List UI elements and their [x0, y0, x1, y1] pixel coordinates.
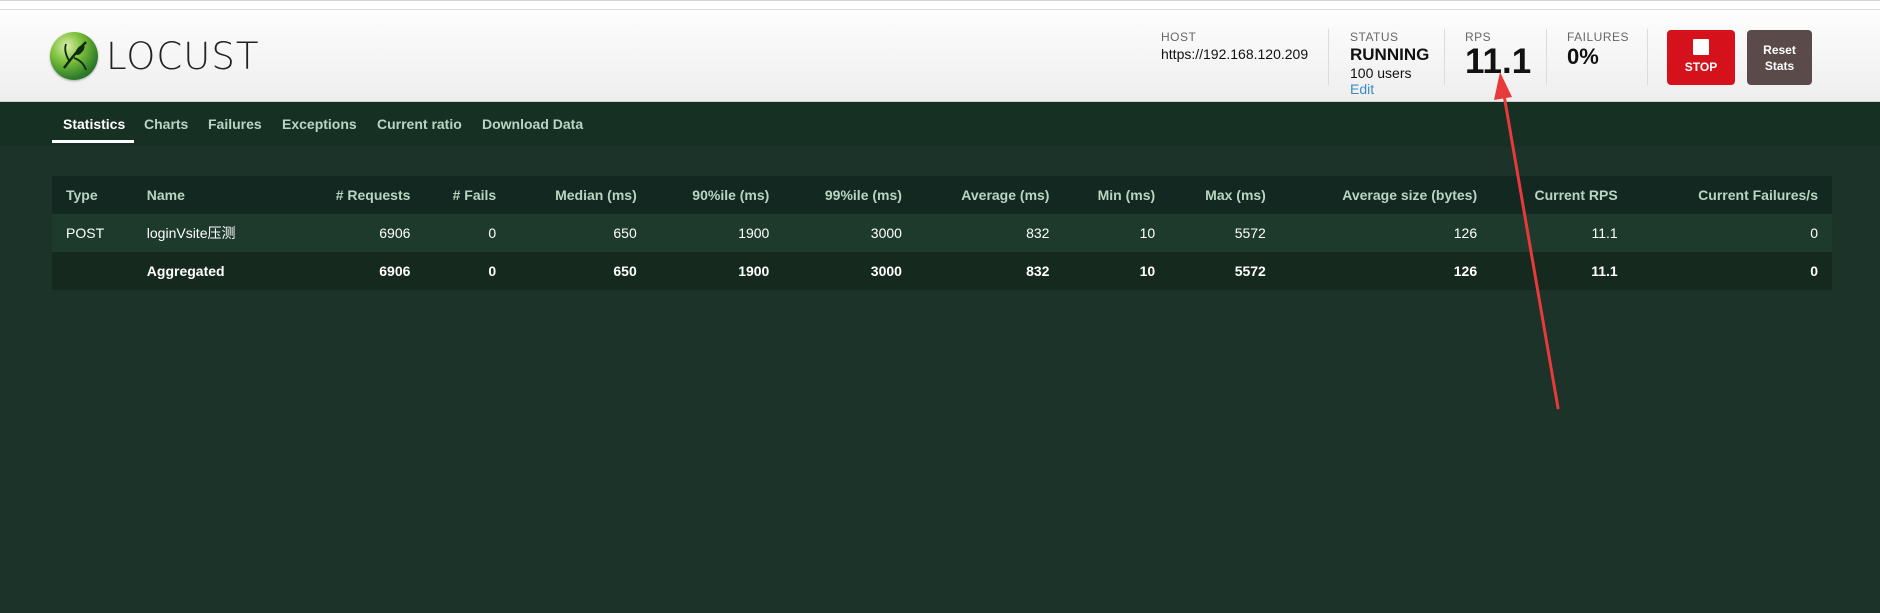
- divider: [1328, 29, 1329, 85]
- reset-label-line1: Reset: [1763, 42, 1796, 57]
- locust-logo-icon: [50, 32, 98, 80]
- column-header-current-failures[interactable]: Current Failures/s: [1632, 176, 1832, 214]
- reset-stats-button[interactable]: Reset Stats: [1747, 30, 1812, 85]
- cell-requests: 6906: [321, 214, 425, 252]
- brand-name: LOCUST: [106, 34, 260, 78]
- table-row: POST loginVsite压测 6906 0 650 1900 3000 8…: [52, 214, 1832, 252]
- column-header-current-rps[interactable]: Current RPS: [1491, 176, 1632, 214]
- stop-icon: [1693, 39, 1709, 55]
- cell-p90: 1900: [650, 252, 784, 290]
- stop-label: STOP: [1684, 60, 1718, 74]
- tab-current-ratio[interactable]: Current ratio: [377, 102, 462, 146]
- cell-requests: 6906: [321, 252, 425, 290]
- cell-fails: 0: [424, 252, 511, 290]
- rps-stat: RPS 11.1: [1465, 30, 1531, 80]
- cell-min: 10: [1063, 214, 1170, 252]
- cell-p99: 3000: [783, 252, 916, 290]
- status-label: STATUS: [1350, 30, 1399, 44]
- table-header-row: Type Name # Requests # Fails Median (ms)…: [52, 176, 1832, 214]
- failures-label: FAILURES: [1567, 30, 1630, 44]
- column-header-median[interactable]: Median (ms): [510, 176, 651, 214]
- cell-average: 832: [915, 252, 1064, 290]
- locust-logo[interactable]: LOCUST: [50, 31, 259, 81]
- cell-average: 832: [915, 214, 1064, 252]
- aggregate-row: Aggregated 6906 0 650 1900 3000 832 10 5…: [52, 252, 1832, 290]
- divider: [1546, 29, 1547, 85]
- header: LOCUST HOST https://192.168.120.209 STAT…: [0, 0, 1880, 102]
- user-count: 100 users: [1350, 65, 1412, 81]
- column-header-min[interactable]: Min (ms): [1063, 176, 1169, 214]
- host-value: https://192.168.120.209: [1161, 46, 1309, 62]
- column-header-name[interactable]: Name: [133, 176, 322, 214]
- browser-top-edge: [0, 1, 1880, 10]
- column-header-requests[interactable]: # Requests: [322, 176, 425, 214]
- cell-fails: 0: [424, 214, 511, 252]
- column-header-p99[interactable]: 99%ile (ms): [783, 176, 916, 214]
- cell-current-failures: 0: [1631, 252, 1832, 290]
- edit-users-link[interactable]: Edit: [1350, 81, 1374, 97]
- column-header-avg-size[interactable]: Average size (bytes): [1280, 176, 1491, 214]
- cell-min: 10: [1063, 252, 1170, 290]
- cell-current-rps: 11.1: [1491, 214, 1632, 252]
- cell-p90: 1900: [650, 214, 784, 252]
- tab-failures[interactable]: Failures: [208, 102, 262, 146]
- failures-value: 0%: [1567, 44, 1599, 69]
- column-header-average[interactable]: Average (ms): [916, 176, 1064, 214]
- cell-max: 5572: [1169, 214, 1280, 252]
- active-tab-indicator: [52, 140, 134, 143]
- cell-p99: 3000: [783, 214, 916, 252]
- cell-median: 650: [510, 252, 651, 290]
- cell-current-failures: 0: [1631, 214, 1832, 252]
- column-header-p90[interactable]: 90%ile (ms): [651, 176, 784, 214]
- tab-exceptions[interactable]: Exceptions: [282, 102, 357, 146]
- status-value: RUNNING: [1350, 45, 1430, 64]
- divider: [1444, 29, 1445, 85]
- status-stat: STATUS RUNNING 100 users Edit: [1350, 30, 1429, 99]
- column-header-type[interactable]: Type: [52, 176, 133, 214]
- cell-type: POST: [52, 214, 133, 252]
- tab-bar: Statistics Charts Failures Exceptions Cu…: [0, 102, 1880, 146]
- cell-name: loginVsite压测: [132, 214, 322, 252]
- statistics-table: Type Name # Requests # Fails Median (ms)…: [52, 176, 1832, 290]
- cell-name: Aggregated: [132, 252, 322, 290]
- host-stat: HOST https://192.168.120.209: [1161, 30, 1308, 62]
- cell-avg-size: 126: [1279, 214, 1492, 252]
- column-header-fails[interactable]: # Fails: [424, 176, 510, 214]
- cell-median: 650: [510, 214, 651, 252]
- cell-type: [52, 252, 133, 290]
- divider: [1647, 29, 1648, 85]
- rps-value: 11.1: [1465, 42, 1532, 81]
- cell-avg-size: 126: [1279, 252, 1492, 290]
- tab-download-data[interactable]: Download Data: [482, 102, 583, 146]
- reset-label-line2: Stats: [1764, 58, 1795, 73]
- column-header-max[interactable]: Max (ms): [1169, 176, 1280, 214]
- cell-current-rps: 11.1: [1491, 252, 1632, 290]
- cell-max: 5572: [1169, 252, 1280, 290]
- host-label: HOST: [1161, 30, 1197, 44]
- tab-charts[interactable]: Charts: [144, 102, 188, 146]
- stop-button[interactable]: STOP: [1667, 30, 1735, 85]
- failures-stat: FAILURES 0%: [1567, 30, 1629, 70]
